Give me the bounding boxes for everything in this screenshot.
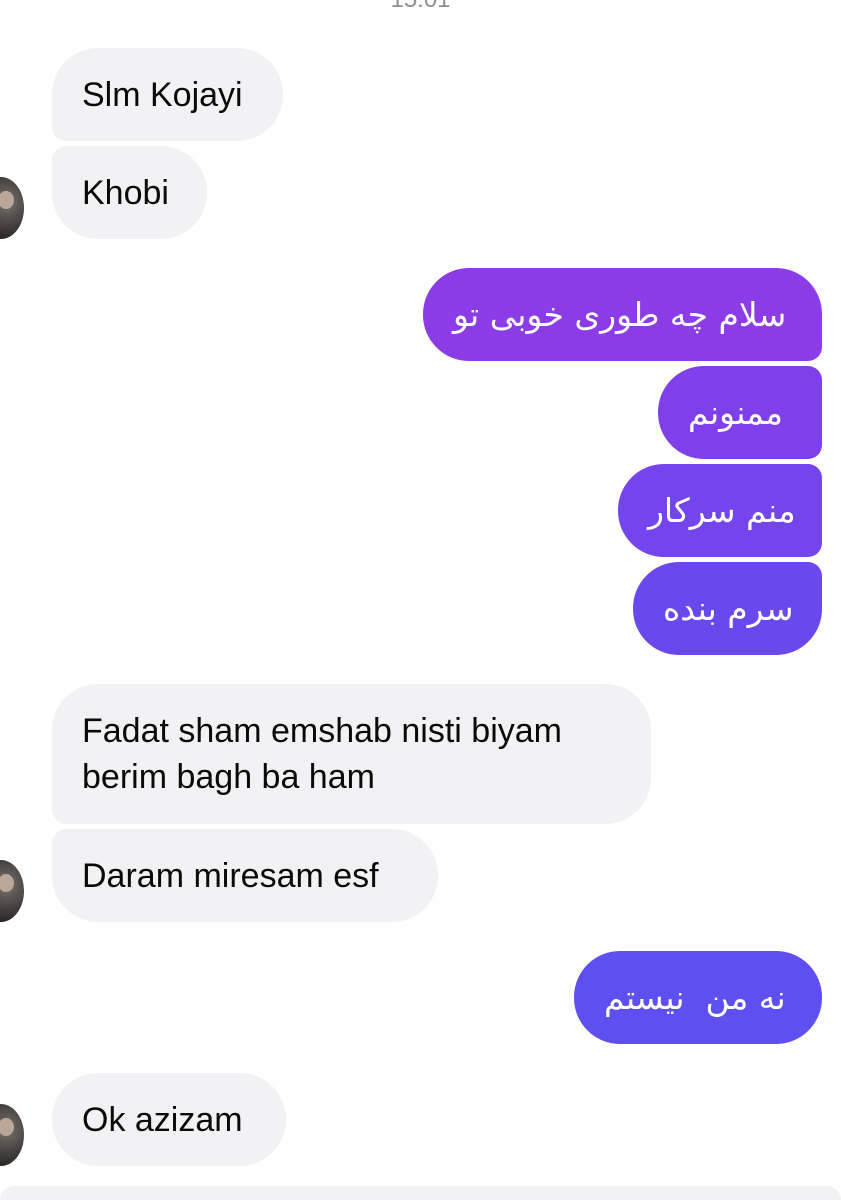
incoming-message[interactable]: Slm Kojayi [52,48,283,141]
message-text: Daram miresam esf [82,856,379,895]
message-text: سرم بنده [663,588,794,628]
contact-avatar-icon[interactable] [0,177,24,239]
message-timestamp: 15:01 [0,0,841,14]
outgoing-message[interactable]: ممنونم [658,366,822,459]
incoming-message[interactable]: Khobi [52,146,207,239]
contact-avatar-icon[interactable] [0,1104,24,1166]
outgoing-message[interactable]: سلام چه طوری خوبی تو [423,268,822,361]
incoming-message[interactable]: Fadat sham emshab nisti biyam berim bagh… [52,684,651,824]
message-text: Ok azizam [82,1100,243,1139]
message-text: ممنونم [688,392,783,432]
message-text: نه من نیستم [604,977,786,1017]
message-text: Fadat sham emshab nisti biyam berim bagh… [82,712,562,796]
incoming-message[interactable]: Daram miresam esf [52,829,438,922]
chat-thread: 15:01 Slm Kojayi Khobi سلام چه طوری خوبی… [0,0,841,1200]
composer-bar[interactable] [0,1186,841,1200]
contact-avatar-icon[interactable] [0,860,24,922]
message-text: Khobi [82,173,169,212]
message-text: Slm Kojayi [82,75,243,114]
outgoing-message[interactable]: منم سرکار [618,464,822,557]
message-text: منم سرکار [648,490,796,530]
message-text: سلام چه طوری خوبی تو [453,294,787,334]
outgoing-message[interactable]: نه من نیستم [574,951,822,1044]
incoming-message[interactable]: Ok azizam [52,1073,286,1166]
outgoing-message[interactable]: سرم بنده [633,562,822,655]
